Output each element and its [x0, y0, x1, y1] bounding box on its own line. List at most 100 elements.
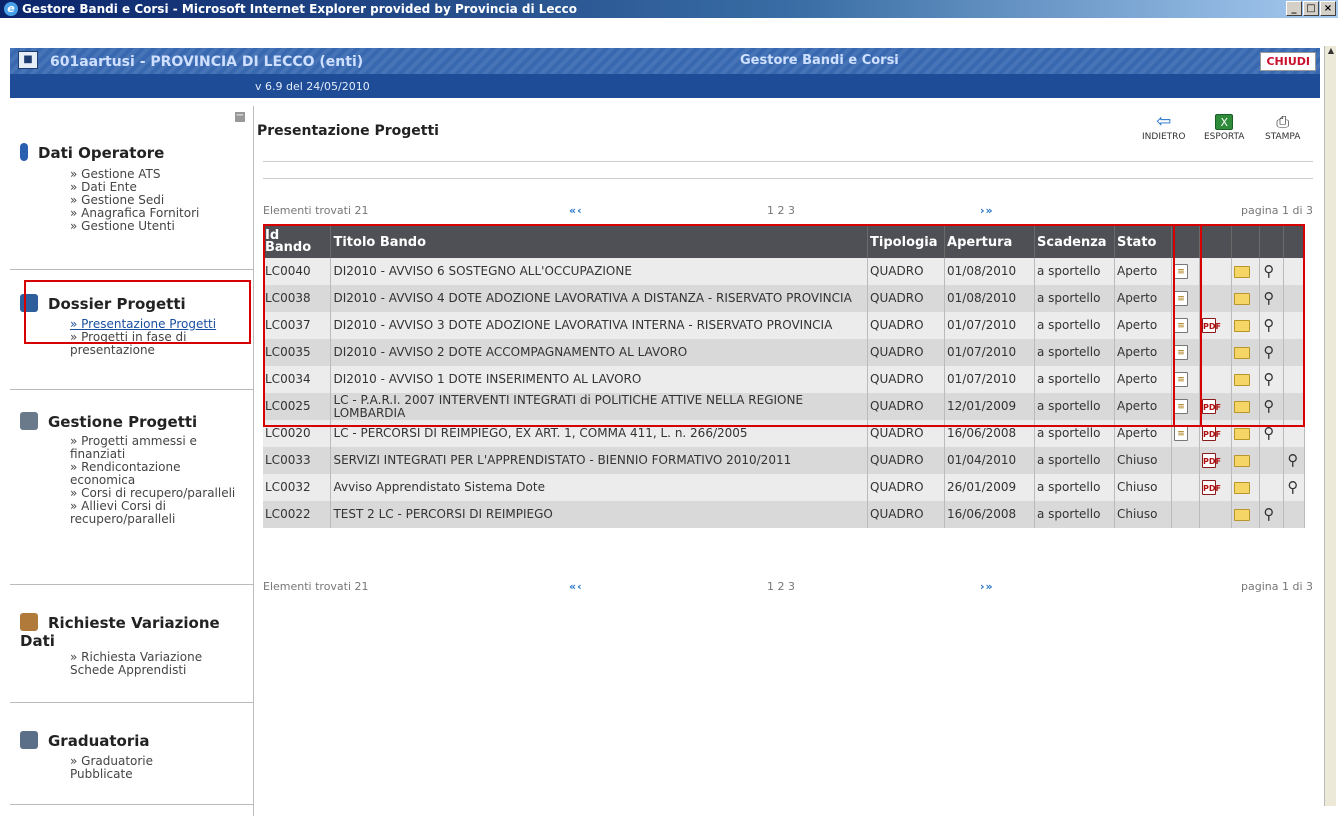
cell-id: LC0022 — [263, 501, 332, 528]
link-allievi-corsi[interactable]: » Allievi Corsi di recupero/paralleli — [70, 500, 240, 526]
cell-scadenza: a sportello — [1034, 447, 1115, 474]
magnifier-icon[interactable]: ⚲ — [1286, 453, 1300, 468]
cell-id: LC0033 — [263, 447, 332, 474]
pdf-icon[interactable]: PDF — [1201, 426, 1221, 441]
page-numbers[interactable]: 1 2 3 — [767, 580, 795, 593]
section-title[interactable]: Gestione Progetti — [20, 412, 197, 431]
table-row[interactable]: LC0032 Avviso Apprendistato Sistema Dote Q… — [263, 474, 1306, 501]
cell-action-extra: ⚲ — [1283, 447, 1306, 474]
chiudi-button[interactable]: CHIUDI — [1260, 52, 1316, 71]
cell-scadenza: a sportello — [1034, 501, 1115, 528]
page-numbers[interactable]: 1 2 3 — [767, 204, 795, 217]
magnifier-icon[interactable]: ⚲ — [1286, 480, 1300, 495]
printer-icon: ⎙ — [1276, 112, 1290, 131]
back-button[interactable]: ⇦ INDIETRO — [1142, 111, 1186, 143]
vertical-scrollbar[interactable]: ▲ — [1324, 46, 1336, 806]
cell-action-pdf — [1199, 501, 1232, 528]
section-title[interactable]: Graduatoria — [20, 731, 150, 750]
section-title[interactable]: Richieste Variazione Dati — [20, 613, 245, 650]
section-links: » Graduatorie Pubblicate — [70, 755, 190, 781]
prev-page-icon[interactable]: «‹ — [569, 204, 583, 217]
cell-stato: Chiuso — [1114, 447, 1172, 474]
export-button[interactable]: X ESPORTA — [1204, 114, 1244, 142]
cell-action-doc — [1171, 474, 1200, 501]
cell-action-search: ⚲ — [1259, 501, 1284, 528]
cell-action-folder — [1231, 474, 1260, 501]
section-gestione-progetti: Gestione Progetti » Progetti ammessi e f… — [10, 390, 254, 585]
section-richieste-variazione: Richieste Variazione Dati » Richiesta Va… — [10, 585, 254, 703]
cell-id: LC0032 — [263, 474, 332, 501]
page-title: Presentazione Progetti — [257, 123, 439, 139]
pager-top: Elementi trovati 21 «‹ 1 2 3 ›» pagina 1… — [263, 204, 1313, 218]
magnifier-icon[interactable]: ⚲ — [1262, 507, 1276, 522]
close-window-button[interactable]: × — [1320, 1, 1336, 16]
cell-scadenza: a sportello — [1034, 474, 1115, 501]
prev-page-icon[interactable]: «‹ — [569, 580, 583, 593]
app-title: Gestore Bandi e Corsi — [740, 53, 899, 68]
folder-icon[interactable] — [1233, 481, 1250, 494]
cell-apertura: 26/01/2009 — [944, 474, 1035, 501]
page-indicator: pagina 1 di 3 — [1241, 580, 1313, 593]
ie-logo-icon: e — [4, 2, 18, 16]
back-arrow-icon: ⇦ — [1156, 111, 1172, 132]
next-page-icon[interactable]: ›» — [980, 580, 994, 593]
pager-bottom: Elementi trovati 21 «‹ 1 2 3 ›» pagina 1… — [263, 580, 1313, 594]
print-button[interactable]: ⎙ STAMPA — [1265, 112, 1300, 143]
new-document-icon[interactable]: ≡ — [1173, 426, 1188, 441]
main-panel: Presentazione Progetti ⇦ INDIETRO X ESPORT… — [255, 106, 1320, 816]
cell-action-pdf: PDF — [1199, 447, 1232, 474]
version-bar: v 6.9 del 24/05/2010 — [10, 74, 1320, 98]
folder-icon[interactable] — [1233, 427, 1250, 440]
cell-tipologia: QUADRO — [867, 501, 946, 528]
section-title[interactable]: Dati Operatore — [20, 143, 164, 162]
user-icon: ■ — [18, 51, 38, 69]
cell-tipologia: QUADRO — [867, 474, 946, 501]
version-label: v 6.9 del 24/05/2010 — [255, 80, 370, 93]
magnifier-icon[interactable]: ⚲ — [1262, 426, 1276, 441]
next-page-icon[interactable]: ›» — [980, 204, 994, 217]
section-links: » Richiesta Variazione Schede Apprendist… — [70, 651, 245, 677]
table-row[interactable]: LC0033 SERVIZI INTEGRATI PER L'APPRENDIST… — [263, 447, 1306, 474]
cell-action-folder — [1231, 447, 1260, 474]
window-titlebar: e Gestore Bandi e Corsi - Microsoft Inte… — [0, 0, 1338, 18]
page-indicator: pagina 1 di 3 — [1241, 204, 1313, 217]
scroll-up-icon[interactable]: ▲ — [1325, 46, 1337, 58]
pdf-icon[interactable]: PDF — [1201, 453, 1221, 468]
manage-icon — [20, 412, 38, 430]
sidebar: − Dati Operatore » Gestione ATS » Dati E… — [10, 106, 254, 816]
cell-apertura: 01/04/2010 — [944, 447, 1035, 474]
link-graduatorie-pubblicate[interactable]: » Graduatorie Pubblicate — [70, 755, 190, 781]
section-dati-operatore: Dati Operatore » Gestione ATS » Dati Ent… — [10, 106, 254, 270]
window-controls: _ □ × — [1286, 1, 1336, 16]
link-progetti-ammessi[interactable]: » Progetti ammessi e finanziati — [70, 435, 240, 461]
cell-action-doc — [1171, 447, 1200, 474]
pdf-icon[interactable]: PDF — [1201, 480, 1221, 495]
cell-tipologia: QUADRO — [867, 447, 946, 474]
link-richiesta-variazione[interactable]: » Richiesta Variazione Schede Apprendist… — [70, 651, 245, 677]
link-gestione-utenti[interactable]: » Gestione Utenti — [70, 220, 199, 233]
cell-action-search — [1259, 474, 1284, 501]
link-rendicontazione[interactable]: » Rendicontazione economica — [70, 461, 240, 487]
table-row[interactable]: LC0022 TEST 2 LC - PERCORSI DI REIMPIEGO Q… — [263, 501, 1306, 528]
result-count: Elementi trovati 21 — [263, 580, 369, 593]
window-title: Gestore Bandi e Corsi - Microsoft Intern… — [22, 2, 578, 16]
cell-action-search — [1259, 447, 1284, 474]
cell-action-doc — [1171, 501, 1200, 528]
cell-title: SERVIZI INTEGRATI PER L'APPRENDISTATO - … — [330, 447, 869, 474]
app-header: ■ 601aartusi - PROVINCIA DI LECCO (enti)… — [10, 48, 1320, 74]
result-count: Elementi trovati 21 — [263, 204, 369, 217]
maximize-button[interactable]: □ — [1303, 1, 1319, 16]
highlight-box-doc-column — [1173, 224, 1202, 427]
folder-icon[interactable] — [1233, 454, 1250, 467]
cell-action-extra: ⚲ — [1283, 474, 1306, 501]
ranking-icon — [20, 731, 38, 749]
highlight-box-sidebar — [24, 280, 251, 344]
cell-title: TEST 2 LC - PERCORSI DI REIMPIEGO — [330, 501, 869, 528]
folder-icon[interactable] — [1233, 508, 1250, 521]
cell-action-extra — [1283, 501, 1306, 528]
minimize-button[interactable]: _ — [1286, 1, 1302, 16]
filter-bar — [263, 161, 1313, 179]
cell-stato: Chiuso — [1114, 501, 1172, 528]
cell-apertura: 16/06/2008 — [944, 501, 1035, 528]
highlight-box-table — [263, 224, 1305, 427]
